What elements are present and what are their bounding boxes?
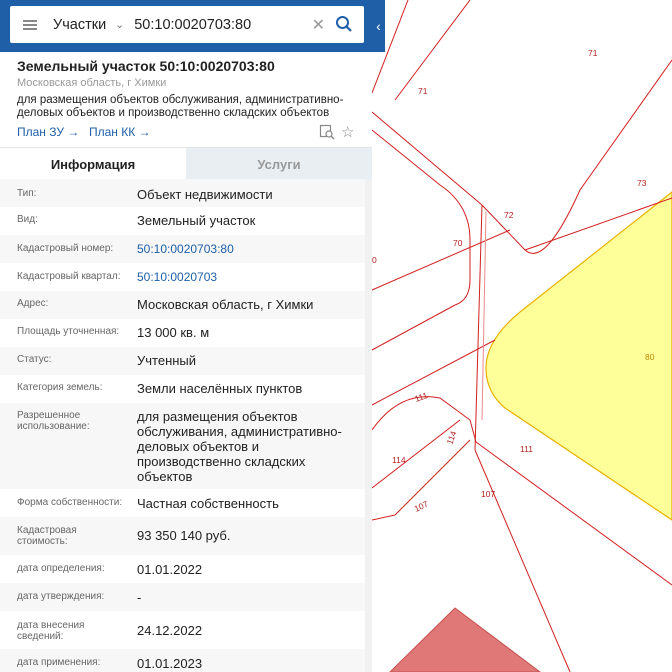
search-icon[interactable] <box>335 15 355 35</box>
table-row: дата утверждения: - <box>0 583 365 611</box>
search-input[interactable]: 50:10:0020703:80 <box>134 17 311 33</box>
boundary-line <box>371 229 511 291</box>
boundary-line <box>394 439 471 516</box>
search-bar: Участки ⌄ 50:10:0020703:80 ✕ ‹ <box>0 0 385 52</box>
row-label: Площадь уточненная: <box>17 326 120 337</box>
row-value: Учтенный <box>137 353 197 368</box>
row-label: дата применения: <box>17 657 101 668</box>
boundary-line <box>371 184 471 351</box>
table-row: Адрес: Московская область, г Химки <box>0 291 365 319</box>
row-value: 01.01.2022 <box>137 562 203 577</box>
row-value: 01.01.2023 <box>137 656 203 671</box>
row-value: Частная собственность <box>137 496 279 511</box>
map-label: 70 <box>453 238 463 248</box>
chevron-down-icon[interactable]: ⌄ <box>115 18 124 31</box>
row-label: Кадастровый номер: <box>17 243 114 254</box>
map-label: 73 <box>637 178 647 188</box>
table-row: дата внесения сведений: 24.12.2022 <box>0 611 365 649</box>
search-box: Участки ⌄ 50:10:0020703:80 ✕ <box>10 6 364 43</box>
cadastral-quarter-link[interactable]: 50:10:0020703 <box>137 270 362 291</box>
table-row: Вид: Земельный участок <box>0 207 365 235</box>
map-label: 111 <box>520 444 533 454</box>
row-label: Кадастровая стоимость: <box>17 525 77 547</box>
table-row: Форма собственности: Частная собственнос… <box>0 489 365 517</box>
row-value: 24.12.2022 <box>137 623 203 638</box>
table-row: Кадастровый квартал: 50:10:0020703 <box>0 263 365 291</box>
table-row: Тип: Объект недвижимости <box>0 179 365 207</box>
favorite-star-icon[interactable]: ☆ <box>341 123 357 141</box>
row-value: Объект недвижимости <box>137 187 273 202</box>
page-title: Земельный участок 50:10:0020703:80 <box>17 58 275 74</box>
table-row: Категория земель: Земли населённых пункт… <box>0 375 365 403</box>
search-document-icon[interactable] <box>319 124 335 140</box>
zone-polygon[interactable] <box>389 607 541 672</box>
table-row: дата применения: 01.01.2023 <box>0 649 365 672</box>
collapse-panel-icon[interactable]: ‹ <box>372 0 385 52</box>
map-label-selected: 80 <box>645 352 655 362</box>
table-row: Кадастровая стоимость: 93 350 140 руб. <box>0 517 365 555</box>
row-value: Земли населённых пунктов <box>137 381 303 396</box>
row-value: Земельный участок <box>137 213 256 228</box>
boundary-line <box>474 204 483 451</box>
plan-zu-link[interactable]: План ЗУ → <box>17 125 79 139</box>
row-label: Вид: <box>17 214 38 225</box>
boundary-line <box>371 419 461 489</box>
row-value: 93 350 140 руб. <box>137 528 231 543</box>
boundary-line <box>371 514 396 521</box>
map-label: 71 <box>588 48 598 58</box>
attributes-table: Тип: Объект недвижимости Вид: Земельный … <box>0 179 365 672</box>
row-label: Статус: <box>17 354 52 365</box>
map-label: 107 <box>481 489 495 499</box>
plot-purpose: для размещения объектов обслуживания, ад… <box>17 94 344 119</box>
row-value: для размещения объектов обслуживания, ад… <box>137 409 342 484</box>
row-label: Кадастровый квартал: <box>17 271 121 282</box>
tab-services[interactable]: Услуги <box>186 148 372 180</box>
map-label: 72 <box>504 210 514 220</box>
boundary-line <box>371 396 477 443</box>
row-label: Адрес: <box>17 298 49 309</box>
table-row: Площадь уточненная: 13 000 кв. м <box>0 319 365 347</box>
row-label: дата утверждения: <box>17 591 105 602</box>
row-value: 13 000 кв. м <box>137 325 210 340</box>
row-label: дата определения: <box>17 563 105 574</box>
map-label: 71 <box>418 86 428 96</box>
boundary-line <box>371 129 441 186</box>
table-row: Кадастровый номер: 50:10:0020703:80 <box>0 235 365 263</box>
plan-kk-link[interactable]: План КК → <box>89 125 151 139</box>
cadastral-number-link[interactable]: 50:10:0020703:80 <box>137 242 362 263</box>
table-row: Разрешенное использование: для размещени… <box>0 403 365 489</box>
hamburger-icon[interactable] <box>23 19 37 30</box>
tab-bar: Информация Услуги <box>0 147 372 180</box>
row-label: Категория земель: <box>17 382 103 393</box>
row-label: Форма собственности: <box>17 497 123 508</box>
row-value: - <box>137 590 142 605</box>
table-row: Статус: Учтенный <box>0 347 365 375</box>
row-value: Московская область, г Химки <box>137 297 314 312</box>
tab-info[interactable]: Информация <box>0 148 186 180</box>
map-label: 107 <box>413 499 430 514</box>
row-label: дата внесения сведений: <box>17 620 85 642</box>
boundary-line <box>371 111 483 206</box>
boundary-line <box>481 211 487 421</box>
map-label: 111 <box>413 390 429 404</box>
row-label: Тип: <box>17 188 37 199</box>
map-label: 114 <box>444 429 458 445</box>
page-subtitle: Московская область, г Химки <box>17 77 167 89</box>
close-icon[interactable]: ✕ <box>312 15 325 35</box>
layer-select[interactable]: Участки <box>53 17 115 33</box>
row-label: Разрешенное использование: <box>17 410 90 432</box>
map-label: 114 <box>392 455 406 465</box>
map-label: 0 <box>372 255 377 265</box>
boundary-line <box>394 0 471 101</box>
panel-scrollbar[interactable] <box>365 179 372 672</box>
table-row: дата определения: 01.01.2022 <box>0 555 365 583</box>
